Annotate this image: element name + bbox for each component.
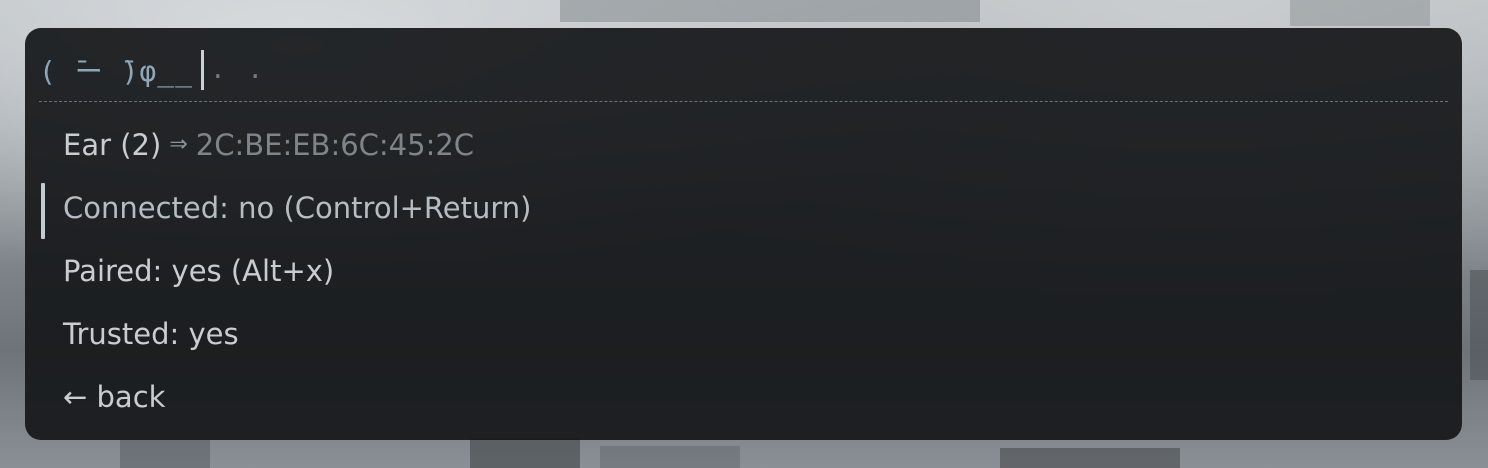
launcher-window: ( ̄ー ̄)φ__ . . Ear (2) ⇒ 2C:BE:EB:6C:45:…: [25, 28, 1462, 440]
background-structure: [560, 0, 980, 22]
search-input[interactable]: . .: [210, 55, 266, 85]
menu-item-trusted[interactable]: Trusted: yes: [25, 302, 1462, 365]
menu-item-label: Trusted: yes: [63, 316, 239, 351]
menu-item-label: Connected: no (Control+Return): [63, 190, 532, 225]
background-structure: [600, 446, 740, 468]
device-name: Ear (2): [63, 127, 162, 162]
back-label: ← back: [63, 379, 166, 414]
background-structure: [120, 440, 210, 468]
device-mac-address: 2C:BE:EB:6C:45:2C: [195, 127, 475, 162]
arrow-icon: ⇒: [169, 132, 188, 157]
menu-item-connected[interactable]: Connected: no (Control+Return): [25, 176, 1462, 239]
background-structure: [1470, 270, 1488, 380]
menu-list: Ear (2) ⇒ 2C:BE:EB:6C:45:2C Connected: n…: [25, 113, 1462, 428]
background-structure: [1290, 0, 1430, 26]
menu-item-paired[interactable]: Paired: yes (Alt+x): [25, 239, 1462, 302]
device-header: Ear (2) ⇒ 2C:BE:EB:6C:45:2C: [25, 113, 1462, 176]
search-bar[interactable]: ( ̄ー ̄)φ__ . .: [39, 42, 1439, 98]
prompt-symbol: ( ̄ー ̄)φ__: [39, 55, 194, 88]
menu-item-label: Paired: yes (Alt+x): [63, 253, 335, 288]
text-cursor: [201, 50, 205, 90]
background-structure: [1000, 448, 1180, 468]
separator: [39, 101, 1448, 102]
menu-item-back[interactable]: ← back: [25, 365, 1462, 428]
background-structure: [470, 438, 580, 468]
